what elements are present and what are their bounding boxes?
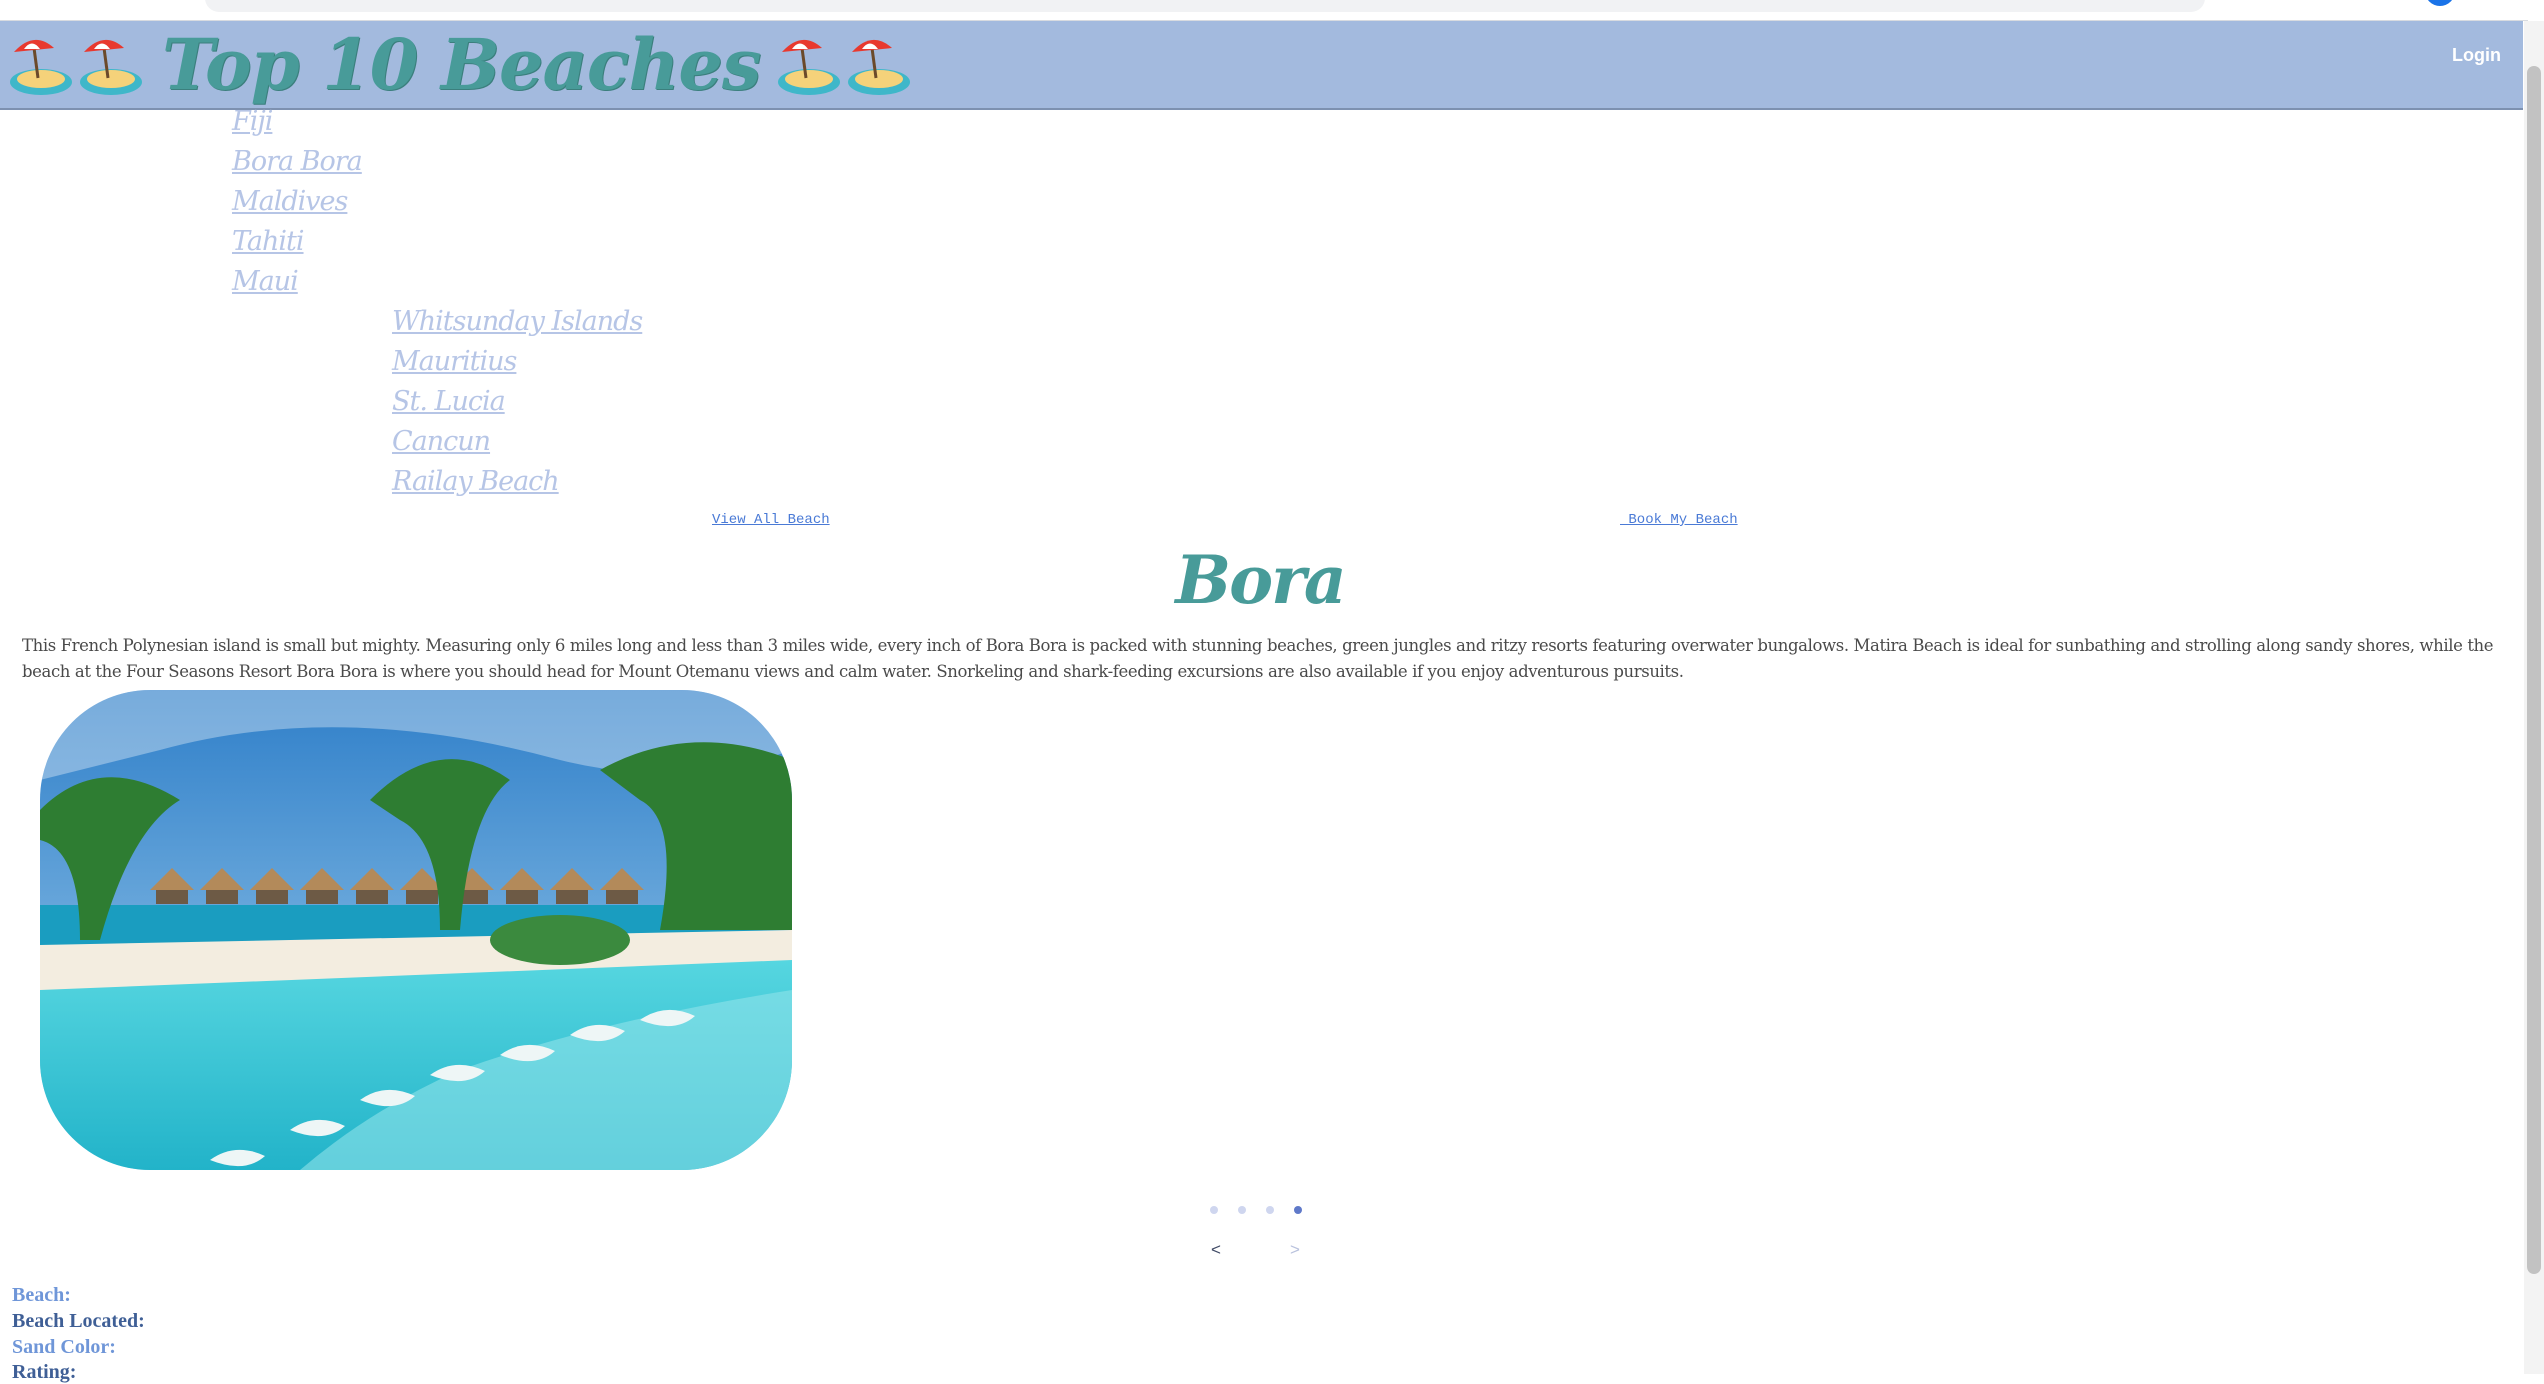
login-button[interactable]: Login [2452,45,2501,66]
nav-link-tahiti[interactable]: Tahiti [232,226,305,257]
carousel-prev-button[interactable]: < [1211,1240,1221,1260]
book-my-beach-link[interactable]: Book My Beach [1620,512,1737,528]
nav-link-bora-bora[interactable]: Bora Bora [232,146,363,177]
scrollbar-thumb[interactable] [2527,66,2541,1274]
scrollbar-track[interactable] [2524,21,2544,1374]
nav-link-cancun[interactable]: Cancun [392,426,491,457]
rating-label: Rating: [12,1361,77,1383]
brand: Top 10 Beaches [8,21,916,108]
beach-description: This French Polynesian island is small b… [22,636,2494,681]
beach-photo [40,690,792,1170]
carousel-dot-2[interactable] [1238,1206,1246,1214]
nav-link-whitsunday-islands[interactable]: Whitsunday Islands [392,306,643,337]
beach-located-label: Beach Located: [12,1310,145,1332]
beach-umbrella-island-icon [778,39,841,95]
carousel-next-button[interactable]: > [1290,1240,1300,1260]
carousel-indicators [1210,1206,1302,1214]
address-bar[interactable] [205,0,2205,12]
site-title[interactable]: Top 10 Beaches [162,23,761,106]
nav-link-st-lucia[interactable]: St. Lucia [392,386,506,417]
site-header: Top 10 Beaches Login [0,21,2523,110]
nav-link-maui[interactable]: Maui [232,266,299,297]
sand-color-label: Sand Color: [12,1336,116,1358]
beach-resort-image [40,690,792,1170]
beach-umbrella-island-icon [848,39,911,95]
beach-label: Beach: [12,1284,71,1306]
carousel-dot-4-active[interactable] [1294,1206,1302,1214]
carousel-dot-3[interactable] [1266,1206,1274,1214]
nav-link-fiji[interactable]: Fiji [232,106,273,137]
nav-link-maldives[interactable]: Maldives [232,186,348,217]
carousel-dot-1[interactable] [1210,1206,1218,1214]
profile-icon[interactable] [2425,0,2455,6]
browser-top-strip [0,0,2528,21]
beach-umbrella-island-icon [80,39,142,95]
nav-link-railay-beach[interactable]: Railay Beach [392,466,560,497]
beach-umbrella-island-icon [10,39,72,95]
beach-title: Bora [1175,541,1346,619]
nav-link-mauritius[interactable]: Mauritius [392,346,517,377]
view-all-beach-link[interactable]: View All Beach [712,512,830,528]
